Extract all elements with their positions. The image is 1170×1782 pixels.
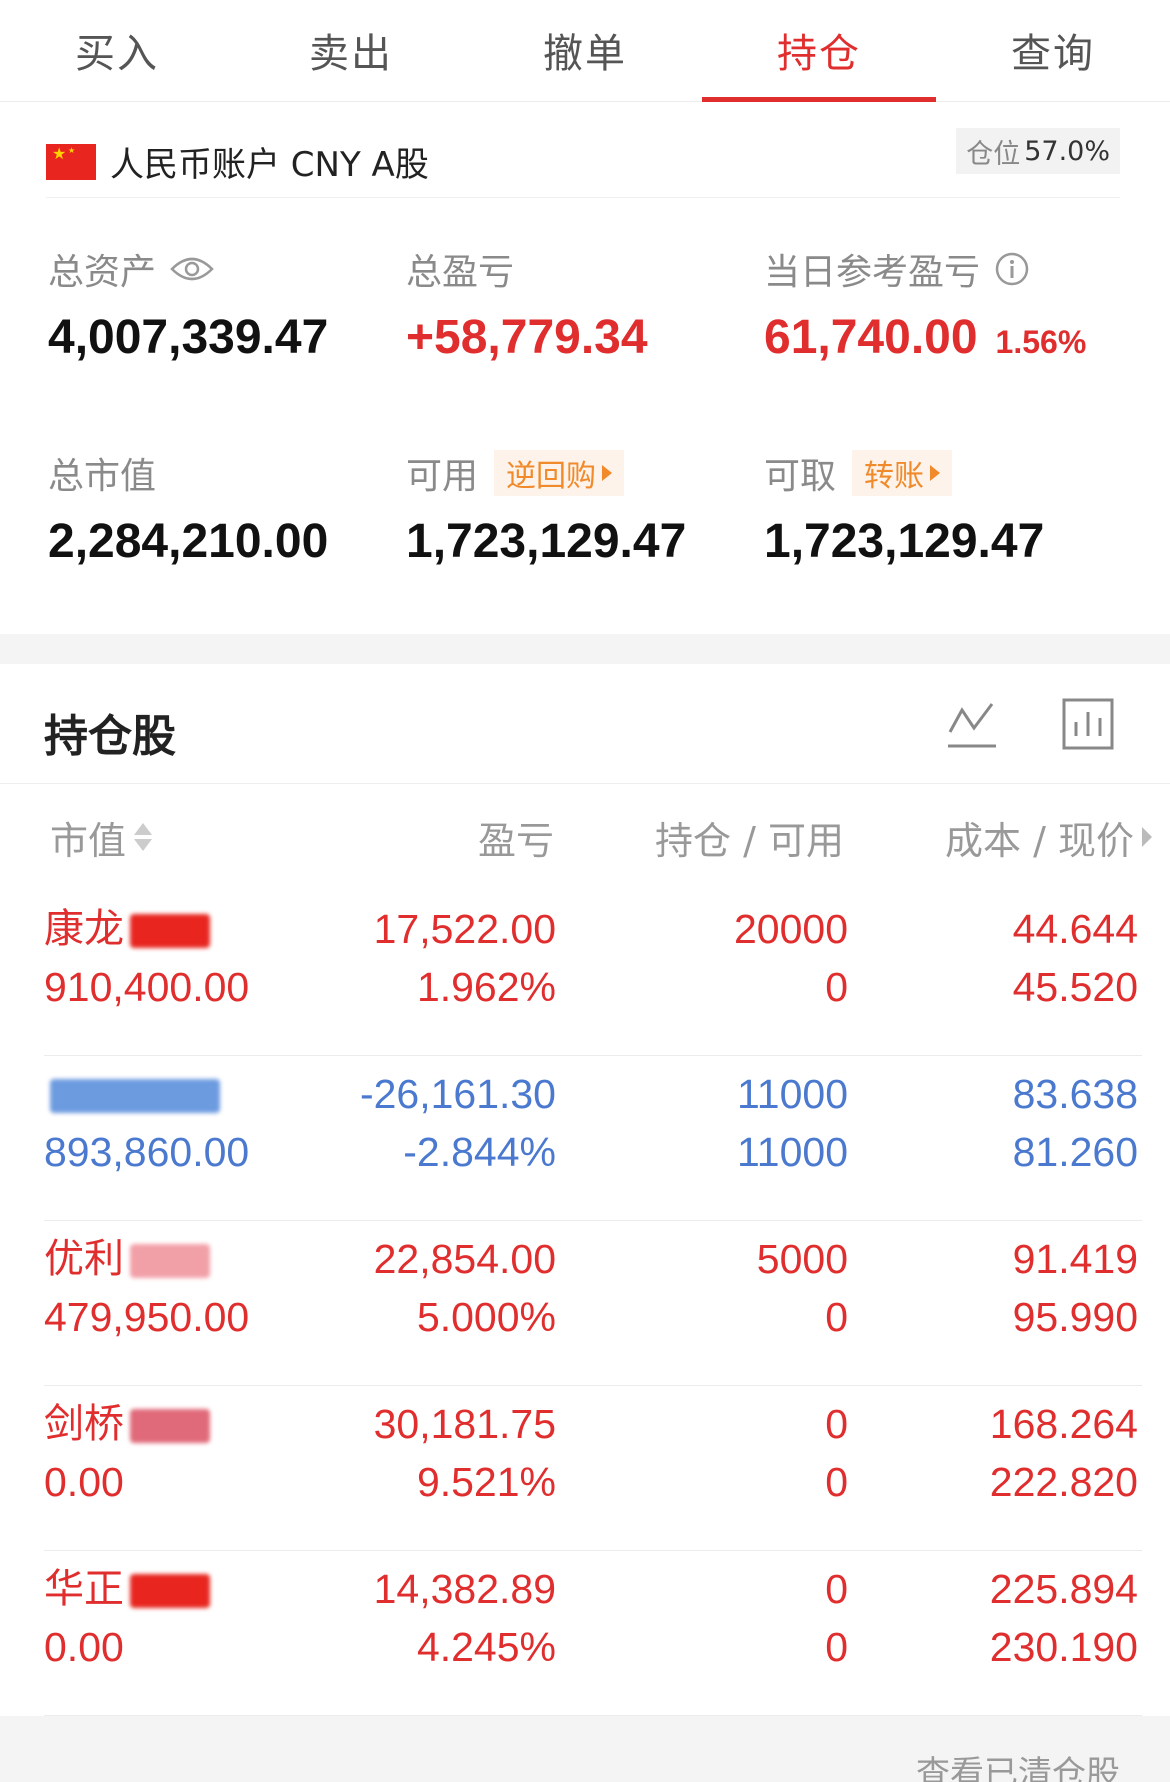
stock-pnl-pct: 4.245% — [416, 1624, 556, 1670]
stock-price: 45.520 — [1012, 964, 1138, 1010]
stock-position: 5000 — [756, 1236, 848, 1282]
redacted-mark — [50, 1079, 220, 1113]
stock-market-value: 910,400.00 — [44, 964, 250, 1010]
reverse-repo-button[interactable]: 逆回购 — [494, 450, 625, 496]
stock-pnl-pct: 5.000% — [416, 1294, 556, 1340]
stock-pnl: -26,161.30 — [359, 1071, 556, 1117]
section-divider — [0, 634, 1170, 664]
stock-cost: 225.894 — [989, 1566, 1138, 1612]
row-divider — [44, 1550, 1142, 1551]
stock-available: 0 — [825, 1624, 848, 1670]
stock-pnl-pct: 9.521% — [416, 1459, 556, 1505]
stock-pnl: 14,382.89 — [373, 1566, 556, 1612]
stock-available: 0 — [825, 1294, 848, 1340]
stock-available: 0 — [825, 964, 848, 1010]
holdings-divider — [0, 783, 1170, 784]
stock-name: 康龙 — [44, 904, 210, 954]
view-cleared-stocks-link[interactable]: 查看已清仓股 — [916, 1746, 1120, 1782]
transfer-button[interactable]: 转账 — [852, 450, 953, 496]
tab-holdings[interactable]: 持仓 — [702, 0, 936, 102]
trade-tabs: 买入 卖出 撤单 持仓 查询 — [0, 0, 1170, 102]
stock-price: 81.260 — [1012, 1129, 1138, 1175]
stock-pnl-pct: 1.962% — [416, 964, 556, 1010]
tab-buy[interactable]: 买入 — [0, 0, 234, 100]
withdrawable-funds: 可取 转账 1,723,129.47 — [764, 448, 1044, 569]
triangle-right-icon — [602, 465, 613, 481]
redacted-mark — [130, 1574, 210, 1608]
available-funds: 可用 逆回购 1,723,129.47 — [406, 448, 686, 569]
column-header-market-value[interactable]: 市值 — [50, 812, 153, 863]
triangle-right-icon — [930, 465, 941, 481]
total-assets: 总资产 4,007,339.47 — [48, 252, 329, 364]
row-divider — [44, 1385, 1142, 1386]
row-divider — [44, 1055, 1142, 1056]
stock-market-value: 479,950.00 — [44, 1294, 250, 1340]
daily-pnl: 当日参考盈亏 61,740.00 1.56% — [764, 251, 1087, 364]
stock-available: 0 — [825, 1459, 848, 1505]
sort-icon — [134, 823, 153, 851]
stock-position: 0 — [825, 1401, 848, 1447]
stock-name: 华正 — [44, 1564, 210, 1614]
column-header-position[interactable]: 持仓 / 可用 — [655, 812, 844, 863]
holdings-title: 持仓股 — [44, 711, 176, 762]
stock-cost: 44.644 — [1012, 906, 1138, 952]
tab-query[interactable]: 查询 — [936, 0, 1170, 100]
stock-market-value: 0.00 — [44, 1459, 124, 1505]
account-name: 人民币账户 CNY A股 — [110, 145, 429, 185]
column-header-pnl[interactable]: 盈亏 — [478, 812, 554, 863]
stock-price: 95.990 — [1012, 1294, 1138, 1340]
redacted-mark — [130, 914, 210, 948]
chevron-right-icon — [1142, 827, 1152, 847]
stock-position: 11000 — [737, 1071, 848, 1117]
stock-cost: 91.419 — [1012, 1236, 1138, 1282]
china-flag-icon: ★ ★ — [46, 143, 96, 180]
stock-pnl: 17,522.00 — [373, 906, 556, 952]
tab-sell[interactable]: 卖出 — [234, 0, 468, 100]
redacted-mark — [130, 1409, 210, 1443]
account-row[interactable]: ★ ★ 人民币账户 CNY A股 仓位 57.0% — [46, 126, 1120, 198]
stock-pnl: 30,181.75 — [373, 1401, 556, 1447]
line-chart-icon[interactable] — [944, 696, 1000, 752]
stock-cost: 168.264 — [989, 1401, 1138, 1447]
stock-name: 剑桥 — [44, 1399, 210, 1449]
column-header-cost-price[interactable]: 成本 / 现价 — [945, 812, 1152, 863]
market-value: 总市值 2,284,210.00 — [48, 456, 329, 568]
eye-icon[interactable] — [170, 254, 214, 284]
total-pnl: 总盈亏 +58,779.34 — [406, 252, 648, 364]
stock-name — [44, 1069, 220, 1119]
row-divider — [44, 1220, 1142, 1221]
tab-cancel[interactable]: 撤单 — [468, 0, 702, 100]
stock-pnl: 22,854.00 — [373, 1236, 556, 1282]
stock-name: 优利 — [44, 1234, 210, 1284]
stock-cost: 83.638 — [1012, 1071, 1138, 1117]
stock-price: 222.820 — [989, 1459, 1138, 1505]
stock-price: 230.190 — [989, 1624, 1138, 1670]
info-icon[interactable] — [994, 251, 1030, 287]
position-ratio-badge: 仓位 57.0% — [956, 128, 1120, 174]
stock-market-value: 893,860.00 — [44, 1129, 250, 1175]
bar-chart-icon[interactable] — [1060, 696, 1116, 752]
stock-position: 20000 — [733, 906, 848, 952]
stock-position: 0 — [825, 1566, 848, 1612]
stock-pnl-pct: -2.844% — [403, 1129, 556, 1175]
stock-market-value: 0.00 — [44, 1624, 124, 1670]
redacted-mark — [130, 1244, 210, 1278]
stock-available: 11000 — [737, 1129, 848, 1175]
